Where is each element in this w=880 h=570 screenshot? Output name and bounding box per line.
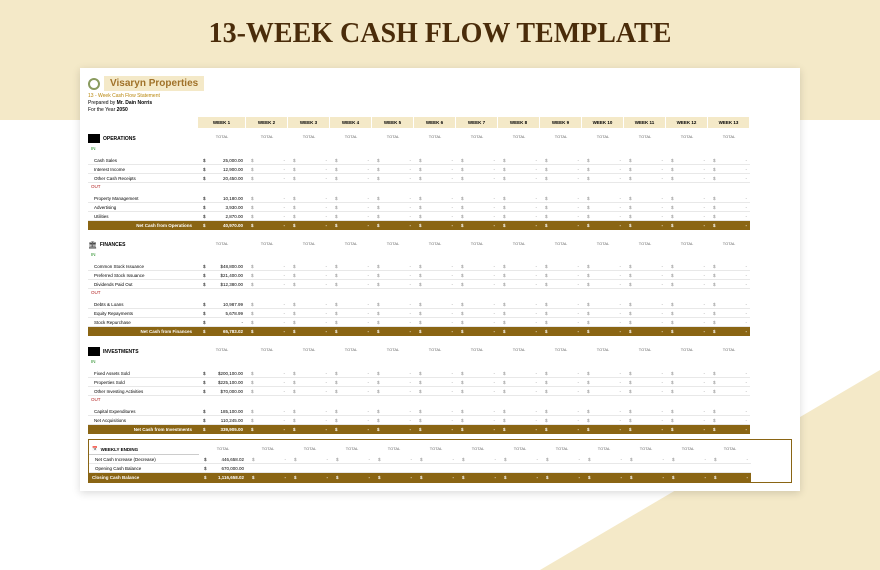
week-header-row: WEEK 1WEEK 2WEEK 3WEEK 4WEEK 5WEEK 6WEEK… bbox=[88, 117, 792, 128]
section-investments: INVESTMENTS bbox=[88, 345, 198, 358]
doc-subtitle: 13 - Week Cash Flow Statement bbox=[88, 93, 792, 99]
company-logo bbox=[88, 78, 100, 90]
calendar-icon: 📅 bbox=[92, 446, 98, 452]
weekly-ending-section: 📅WEEKLY ENDING TOTALTOTALTOTALTOTALTOTAL… bbox=[88, 439, 792, 483]
page-title: 13-WEEK CASH FLOW TEMPLATE bbox=[0, 18, 880, 50]
out-label: OUT bbox=[88, 183, 792, 190]
in-label: IN bbox=[88, 251, 792, 258]
year-label: For the Year 2050 bbox=[88, 107, 792, 113]
section-operations: OPERATIONS bbox=[88, 132, 198, 145]
prepared-by: Prepared by Mr. Dain Norris bbox=[88, 100, 792, 106]
in-label: IN bbox=[88, 145, 792, 152]
company-name: Visaryn Properties bbox=[104, 76, 204, 91]
bank-icon: 🏛 bbox=[88, 241, 97, 249]
section-finances: 🏛FINANCES bbox=[88, 239, 198, 251]
spreadsheet-template: Visaryn Properties 13 - Week Cash Flow S… bbox=[80, 68, 800, 491]
